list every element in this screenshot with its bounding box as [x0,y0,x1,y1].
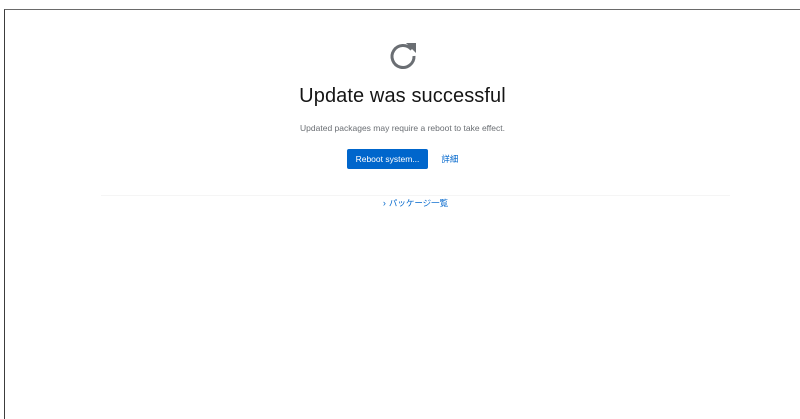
details-link[interactable]: 詳細 [441,153,458,165]
package-list-toggle-label: パッケージ一覧 [388,198,449,208]
redo-icon [383,36,423,76]
page-title: Update was successful [299,85,506,107]
status-message: Updated packages may require a reboot to… [300,123,505,133]
package-list-section: › パッケージ一覧 [101,195,730,209]
action-bar: Reboot system... 詳細 [346,149,458,169]
update-status-panel: Update was successful Updated packages m… [5,36,800,169]
app-frame: Update was successful Updated packages m… [4,9,800,419]
chevron-right-icon: › [382,197,386,208]
package-list-toggle[interactable]: › パッケージ一覧 [383,197,448,209]
reboot-system-button[interactable]: Reboot system... [346,149,429,169]
